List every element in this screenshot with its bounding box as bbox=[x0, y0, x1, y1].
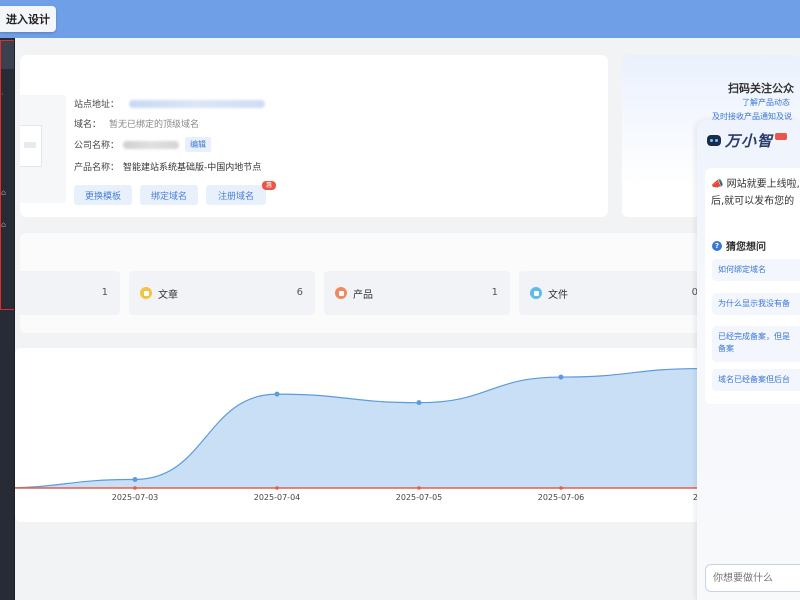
zero-series-point bbox=[133, 486, 137, 490]
x-tick-label: 2025-07-05 bbox=[396, 493, 443, 502]
site-address-row: 站点地址： bbox=[74, 97, 266, 110]
company-label: 公司名称： bbox=[74, 141, 120, 151]
stat-articles[interactable]: 文章 6 bbox=[129, 271, 315, 315]
traffic-chart-card: 2025-07-03 2025-07-04 2025-07-05 2025-07-06… bbox=[0, 348, 713, 522]
suggested-questions-title: ? 猜您想问 bbox=[712, 238, 766, 253]
stat-pages[interactable]: 1 bbox=[15, 271, 120, 315]
chat-message-line1: 网站就要上线啦, bbox=[726, 179, 800, 190]
sidebar-highlight-frame bbox=[0, 40, 15, 310]
product-row: 产品名称： 智能建站系统基础版-中国内地节点 bbox=[74, 160, 261, 173]
change-template-button[interactable]: 更换模板 bbox=[74, 185, 132, 205]
product-value: 智能建站系统基础版-中国内地节点 bbox=[123, 163, 262, 173]
bind-domain-button[interactable]: 绑定域名 bbox=[140, 185, 198, 205]
x-tick-label: 2025-07-06 bbox=[538, 493, 585, 502]
top-bar: 进入设计 bbox=[0, 0, 800, 38]
beta-tag bbox=[775, 133, 788, 140]
series-point bbox=[274, 391, 280, 397]
suggested-question[interactable]: 已经完成备案，但是 备案 bbox=[712, 326, 800, 362]
sidebar: · ⌂ ⌂ bbox=[0, 38, 15, 600]
guess-title-label: 猜您想问 bbox=[726, 242, 766, 253]
series-point bbox=[558, 374, 564, 380]
zero-series-point bbox=[417, 486, 421, 490]
chat-assistant-panel: 万小智 📣 网站就要上线啦, 后,就可以发布您的 ? 猜您想问 如何绑定域名 为… bbox=[697, 120, 800, 600]
series-point bbox=[132, 476, 138, 482]
qr-title: 扫码关注公众 bbox=[728, 82, 794, 95]
company-value bbox=[123, 140, 180, 149]
chat-message-line2: 后,就可以发布您的 bbox=[711, 196, 795, 207]
file-icon bbox=[530, 287, 542, 299]
domain-row: 域名： 暂无已绑定的顶级域名 bbox=[74, 117, 199, 130]
site-address-value[interactable] bbox=[129, 99, 266, 108]
product-label: 产品名称： bbox=[74, 163, 120, 173]
suggested-questions: ? 猜您想问 如何绑定域名 为什么显示我没有备 已经完成备案，但是 备案 域名已… bbox=[705, 228, 800, 404]
site-address-label: 站点地址： bbox=[74, 100, 120, 110]
company-edit-button[interactable]: 编辑 bbox=[185, 137, 212, 152]
suggested-question-line1: 已经完成备案，但是 bbox=[718, 332, 790, 341]
sidebar-dot-icon[interactable]: · bbox=[1, 90, 11, 100]
stat-files[interactable]: 文件 0 bbox=[519, 271, 700, 315]
stat-count: 1 bbox=[491, 287, 498, 298]
suggested-question-line2: 备案 bbox=[718, 344, 734, 353]
series-area bbox=[0, 368, 703, 488]
traffic-chart: 2025-07-03 2025-07-04 2025-07-05 2025-07-06… bbox=[0, 366, 713, 502]
home-icon-2[interactable]: ⌂ bbox=[1, 220, 11, 230]
qr-subtitle[interactable]: 了解产品动态 bbox=[742, 97, 790, 108]
question-icon: ? bbox=[712, 240, 722, 251]
stat-products[interactable]: 产品 1 bbox=[324, 271, 510, 315]
product-icon bbox=[335, 287, 347, 299]
register-domain-button[interactable]: 注册域名 bbox=[206, 185, 266, 205]
suggested-question[interactable]: 域名已经备案但后台 bbox=[712, 369, 800, 391]
series-point bbox=[416, 400, 422, 406]
suggested-question[interactable]: 为什么显示我没有备 bbox=[712, 293, 800, 315]
chat-assistant-name: 万小智 bbox=[725, 132, 774, 150]
domain-label: 域名： bbox=[74, 120, 102, 130]
message-emoji-icon: 📣 bbox=[711, 179, 724, 190]
x-tick-label: 2025-07-04 bbox=[254, 493, 301, 502]
stat-label: 产品 bbox=[353, 289, 373, 301]
discount-badge: 惠 bbox=[262, 181, 276, 190]
company-row: 公司名称： 编辑 bbox=[74, 137, 212, 152]
home-icon[interactable]: ⌂ bbox=[1, 188, 11, 198]
zero-series-point bbox=[559, 486, 563, 490]
robot-icon bbox=[707, 135, 721, 146]
domain-value: 暂无已绑定的顶级域名 bbox=[109, 120, 200, 130]
zero-series-point bbox=[275, 486, 279, 490]
stat-label: 文章 bbox=[158, 289, 178, 301]
stat-label: 文件 bbox=[548, 289, 568, 301]
chat-logo: 万小智 bbox=[707, 130, 788, 151]
site-thumbnail[interactable] bbox=[20, 95, 66, 203]
chat-input[interactable] bbox=[705, 564, 800, 592]
article-icon bbox=[140, 287, 152, 299]
x-tick-label: 2025-07-03 bbox=[112, 493, 159, 502]
enter-design-button[interactable]: 进入设计 bbox=[0, 6, 56, 32]
stat-count: 6 bbox=[296, 287, 303, 298]
stat-count: 1 bbox=[101, 287, 108, 298]
suggested-question[interactable]: 如何绑定域名 bbox=[712, 259, 800, 281]
